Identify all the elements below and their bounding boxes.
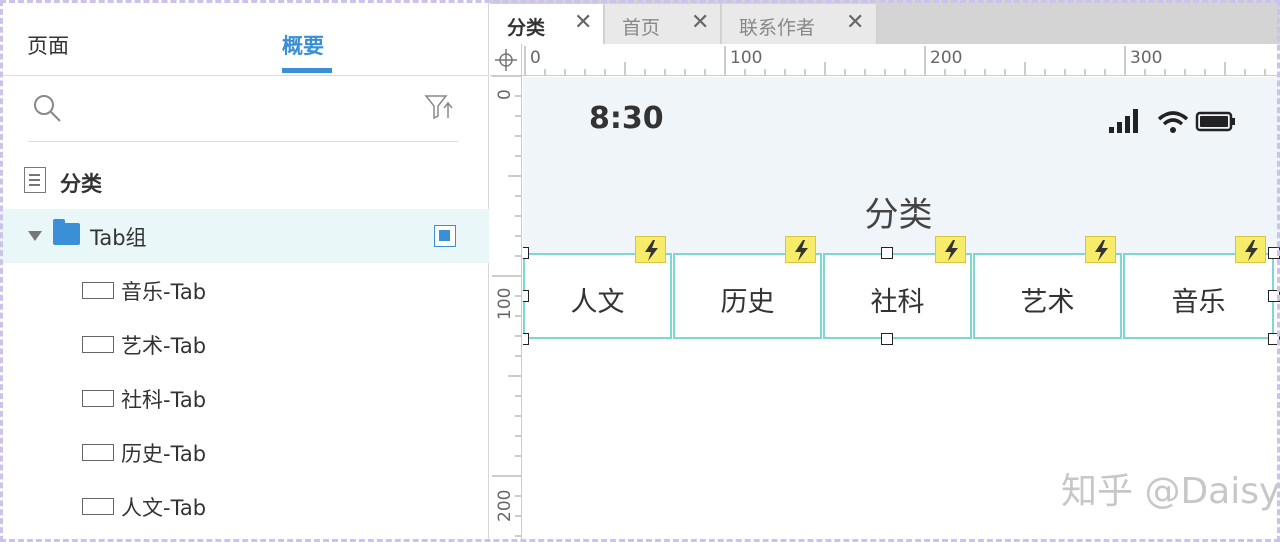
resize-handle[interactable] [523,247,529,259]
lightning-icon[interactable] [785,236,816,263]
tab-history[interactable]: 历史 [673,253,822,339]
horizontal-ruler: 0 100 200 300 [522,44,1280,76]
resize-handle[interactable] [523,333,529,345]
tab-humanities[interactable]: 人文 [523,253,672,339]
close-icon[interactable]: ✕ [691,10,709,35]
tab-label: 艺术 [1020,287,1075,318]
tab-outline[interactable]: 概要 [282,30,324,60]
tab-label: 历史 [720,287,775,318]
tree-item-group[interactable]: Tab组 [0,209,489,263]
tab-label: 音乐 [1171,287,1226,318]
signal-icon [1109,109,1138,133]
tab-label: 社科 [870,287,925,318]
tab-label: 人文 [570,287,625,318]
group-select-icon[interactable] [434,225,456,247]
tab-art[interactable]: 艺术 [973,253,1122,339]
tree-item-rectangle[interactable]: 音乐-Tab [0,263,489,317]
resize-handle[interactable] [1268,290,1280,302]
tree-item-label: 人文-Tab [121,496,207,520]
rectangle-icon [82,282,114,299]
tree-item-page[interactable]: 分类 [0,155,489,209]
doc-tab-home[interactable]: 首页 ✕ [605,4,721,44]
close-icon[interactable]: ✕ [846,10,864,35]
ruler-label: 0 [495,89,515,100]
doc-tab-category[interactable]: 分类 ✕ [490,4,604,44]
resize-handle[interactable] [1268,333,1280,345]
tree-item-label: 历史-Tab [121,442,207,466]
lightning-icon[interactable] [1085,236,1116,263]
ruler-origin[interactable] [490,44,522,76]
rectangle-icon [82,444,114,461]
lightning-icon[interactable] [635,236,666,263]
rectangle-icon [82,336,114,353]
tab-social-science[interactable]: 社科 [823,253,972,339]
doc-tab-label: 分类 [507,17,546,39]
filter-icon[interactable] [424,94,454,120]
resize-handle[interactable] [881,247,893,259]
doc-tab-label: 首页 [622,17,661,39]
chevron-down-icon[interactable] [28,231,42,241]
tree-item-label: 社科-Tab [121,388,207,412]
close-icon[interactable]: ✕ [574,10,592,35]
search-bar[interactable] [28,86,458,142]
tree-item-rectangle[interactable]: 人文-Tab [0,479,489,533]
search-icon[interactable] [32,93,62,123]
watermark: 知乎 @Daisy [1061,471,1280,512]
tree-item-label: 艺术-Tab [121,334,207,358]
tree-item-rectangle[interactable]: 艺术-Tab [0,317,489,371]
ruler-label: 200 [930,48,963,68]
ruler-label: 100 [495,287,515,320]
ruler-label: 300 [1130,48,1163,68]
page-icon [24,167,46,193]
crosshair-icon [495,49,517,71]
resize-handle[interactable] [881,333,893,345]
resize-handle[interactable] [523,290,529,302]
tree-item-label: 分类 [60,172,102,196]
document-tabs: 分类 ✕ 首页 ✕ 联系作者 ✕ [490,0,1280,44]
lightning-icon[interactable] [1235,236,1266,263]
outline-panel: 页面 概要 分类 Tab组 音乐-Tab 艺术-Tab 社科-Tab 历史-Ta… [0,0,489,542]
page-title: 分类 [864,195,933,235]
tree-item-rectangle[interactable]: 社科-Tab [0,371,489,425]
rectangle-icon [82,390,114,407]
doc-tab-contact[interactable]: 联系作者 ✕ [722,4,877,44]
wifi-icon [1157,111,1189,133]
ruler-label: 200 [495,489,515,522]
tree-item-rectangle[interactable]: 历史-Tab [0,425,489,479]
battery-icon [1195,111,1235,132]
resize-handle[interactable] [1268,247,1280,259]
active-tab-indicator [282,68,332,73]
tree-item-label: 音乐-Tab [121,280,207,304]
tab-music[interactable]: 音乐 [1123,253,1274,339]
editor-area: 分类 ✕ 首页 ✕ 联系作者 ✕ 0 100 200 300 0 100 200 [490,0,1280,542]
ruler-label: 100 [730,48,763,68]
tab-pages[interactable]: 页面 [27,30,69,60]
doc-tab-label: 联系作者 [739,17,816,39]
phone-header[interactable]: 8:30 分类 [523,77,1280,253]
design-canvas[interactable]: 8:30 分类 人文 历史 社科 艺术 音乐 知乎 @Daisy [523,77,1280,542]
folder-icon [53,219,80,245]
rectangle-icon [82,498,114,515]
lightning-icon[interactable] [935,236,966,263]
ruler-label: 0 [530,48,541,68]
tree-item-label: Tab组 [90,226,147,250]
status-icons [1109,109,1235,133]
panel-tabs: 页面 概要 [0,0,489,76]
vertical-ruler: 0 100 200 [490,76,522,542]
status-time: 8:30 [589,101,664,136]
